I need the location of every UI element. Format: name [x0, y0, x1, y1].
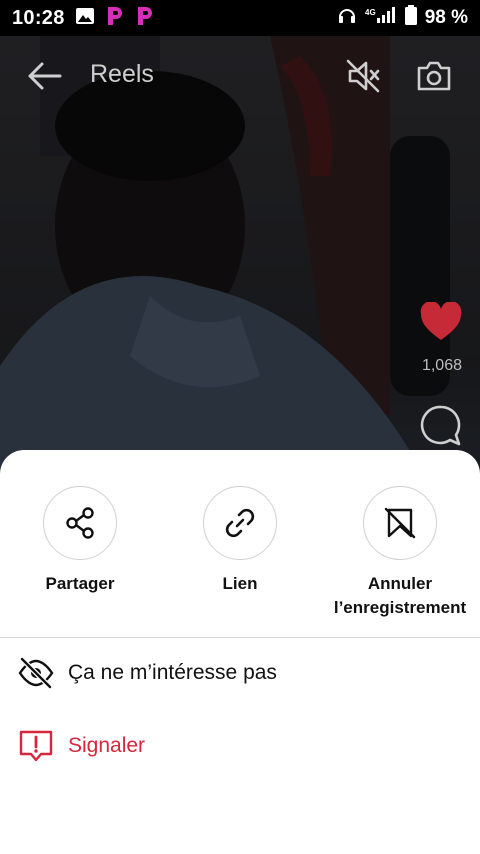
- unsave-label: Annuler l’enregistrement: [333, 574, 467, 617]
- link-action[interactable]: Lien: [160, 486, 320, 596]
- comment-icon[interactable]: [418, 402, 464, 448]
- not-interested-label: Ça ne m’intéresse pas: [68, 661, 277, 684]
- link-label: Lien: [222, 574, 258, 593]
- like-count: 1,068: [421, 357, 462, 374]
- eye-off-icon: [18, 655, 54, 691]
- unsave-action[interactable]: Annuler l’enregistrement: [320, 486, 480, 620]
- reels-header: Reels: [0, 36, 480, 116]
- link-button[interactable]: [203, 486, 277, 560]
- options-sheet: Partager Lien Annuler l’enregistrement Ç…: [0, 450, 480, 854]
- signal-icon: 4G: [365, 6, 397, 30]
- app-notification-icon: [105, 5, 125, 32]
- page-title: Reels: [90, 60, 154, 88]
- unsave-icon: [384, 507, 416, 539]
- gallery-notification-icon: [75, 7, 95, 30]
- share-action[interactable]: Partager: [0, 486, 160, 596]
- battery-percent: 98 %: [424, 7, 468, 28]
- svg-text:4G: 4G: [365, 8, 376, 17]
- share-button[interactable]: [43, 486, 117, 560]
- sheet-divider: [0, 637, 480, 638]
- link-icon: [225, 508, 255, 538]
- like-heart-icon[interactable]: [418, 300, 464, 344]
- report-option[interactable]: Signaler: [18, 728, 145, 764]
- app-notification-icon-2: [135, 5, 155, 32]
- share-label: Partager: [45, 574, 115, 593]
- battery-icon: [404, 5, 417, 31]
- status-time: 10:28: [12, 6, 65, 29]
- back-arrow-icon[interactable]: [24, 58, 64, 94]
- report-icon: [18, 728, 54, 764]
- share-icon: [66, 507, 94, 539]
- report-label: Signaler: [68, 734, 146, 757]
- mute-icon[interactable]: [342, 56, 384, 96]
- camera-icon[interactable]: [414, 56, 454, 96]
- unsave-button[interactable]: [363, 486, 437, 560]
- not-interested-option[interactable]: Ça ne m’intéresse pas: [18, 655, 277, 691]
- headphones-icon: [337, 5, 357, 31]
- status-bar: 10:28 4G 98 %: [0, 0, 480, 36]
